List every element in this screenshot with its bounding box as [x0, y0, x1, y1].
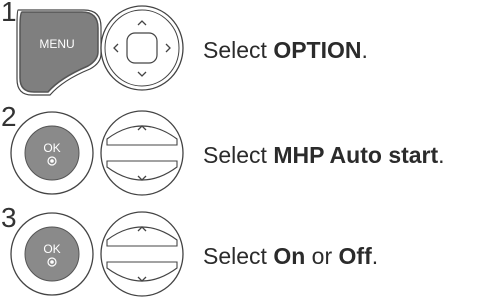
navigation-pad-icon — [100, 5, 184, 91]
ok-key-label: OK — [43, 141, 60, 155]
menu-key-icon: MENU — [16, 9, 102, 96]
step-1-buttons: MENU — [16, 5, 184, 96]
step-1: MENU 1 Select OPTION. — [0, 0, 499, 100]
step-number: 2 — [1, 101, 17, 132]
instruction-suffix: . — [438, 142, 445, 168]
instruction-prefix: Select — [203, 37, 274, 63]
instruction-option-off: Off — [338, 243, 372, 269]
instruction-menu-item: OPTION — [273, 37, 362, 63]
step-2-instruction: Select MHP Auto start. — [203, 142, 445, 169]
step-3: OK 3 Select On or Off. — [0, 202, 499, 306]
instruction-suffix: . — [371, 243, 379, 269]
instruction-menu-item: MHP Auto start — [273, 142, 439, 168]
instruction-prefix: Select — [203, 142, 274, 168]
up-down-key-icon — [100, 110, 184, 196]
step-1-instruction: Select OPTION. — [203, 37, 368, 64]
step-3-buttons: OK — [10, 211, 184, 297]
up-down-key-icon — [100, 211, 184, 297]
ok-key-label: OK — [43, 242, 60, 256]
step-2-buttons: OK — [10, 110, 184, 196]
ok-key-icon: OK — [10, 111, 94, 195]
step-number: 1 — [1, 0, 17, 27]
step-2: OK 2 Select MHP Auto start. — [0, 101, 499, 205]
instruction-option-on: On — [273, 243, 306, 269]
instruction-suffix: . — [361, 37, 368, 63]
instruction-conjunction: or — [305, 243, 339, 269]
menu-key-label: MENU — [39, 37, 74, 51]
instruction-prefix: Select — [203, 243, 274, 269]
step-number: 3 — [1, 202, 17, 233]
step-3-instruction: Select On or Off. — [203, 243, 378, 270]
ok-key-icon: OK — [10, 212, 94, 296]
